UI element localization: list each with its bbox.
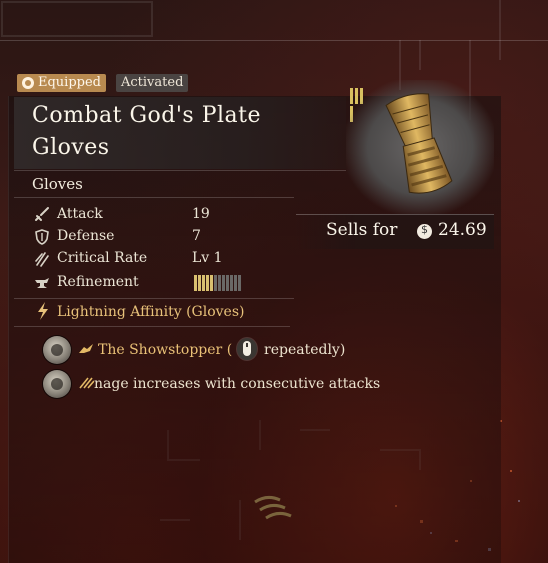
mouse-left-click-icon — [237, 338, 257, 360]
skill-description: nage increases with consecutive attacks — [94, 376, 381, 392]
activated-badge: Activated — [116, 74, 189, 92]
refinement-segment-filled — [206, 275, 209, 291]
refinement-segment-empty — [238, 275, 241, 291]
anvil-icon — [35, 278, 49, 288]
equipped-badge: Equipped — [17, 74, 107, 92]
stat-value-critical-rate: Lv 1 — [192, 250, 223, 266]
sell-label: Sells for — [326, 220, 398, 240]
stat-label-defense: Defense — [57, 228, 115, 244]
refinement-segment-empty — [218, 275, 221, 291]
refinement-segment-filled — [202, 275, 205, 291]
refinement-segment-filled — [194, 275, 197, 291]
skill-title: The Showstopper ( — [98, 342, 233, 358]
stat-label-refinement: Refinement — [57, 274, 139, 290]
title-divider — [14, 170, 346, 171]
item-category: Gloves — [32, 175, 83, 193]
refinement-segment-filled — [198, 275, 201, 291]
top-separator — [0, 40, 548, 41]
coin-icon — [417, 223, 432, 239]
refinement-segment-filled — [210, 275, 213, 291]
refinement-gauge — [194, 275, 241, 291]
stat-label-critical-rate: Critical Rate — [57, 250, 148, 266]
stat-label-attack: Attack — [57, 206, 103, 222]
affinity-label: Lightning Affinity (Gloves) — [57, 304, 245, 320]
refinement-segment-empty — [226, 275, 229, 291]
shield-icon — [35, 229, 49, 245]
sell-value: 24.69 — [438, 220, 487, 240]
item-title: Combat God's Plate Gloves — [32, 103, 262, 160]
category-divider — [14, 197, 294, 198]
refinement-segment-empty — [234, 275, 237, 291]
skill-badge-icon — [43, 336, 71, 364]
sword-icon — [35, 207, 49, 221]
refinement-segment-empty — [214, 275, 217, 291]
refinement-segment-empty — [230, 275, 233, 291]
skill-badge-icon-2 — [43, 370, 71, 398]
lightning-icon — [38, 302, 48, 320]
affinity-divider — [14, 326, 290, 327]
claw-icon — [35, 252, 49, 267]
gauntlet-icon — [385, 93, 453, 194]
gold-skill-icon-2 — [79, 377, 94, 389]
equipped-icon — [22, 77, 34, 89]
stat-value-defense: 7 — [192, 228, 201, 244]
equipped-label: Equipped — [38, 75, 102, 90]
skill-input-suffix: repeatedly) — [264, 342, 346, 358]
refinement-segment-empty — [222, 275, 225, 291]
item-image — [346, 80, 494, 214]
stats-divider — [14, 298, 294, 299]
stat-value-attack: 19 — [192, 206, 210, 222]
gold-skill-icon — [79, 344, 93, 353]
